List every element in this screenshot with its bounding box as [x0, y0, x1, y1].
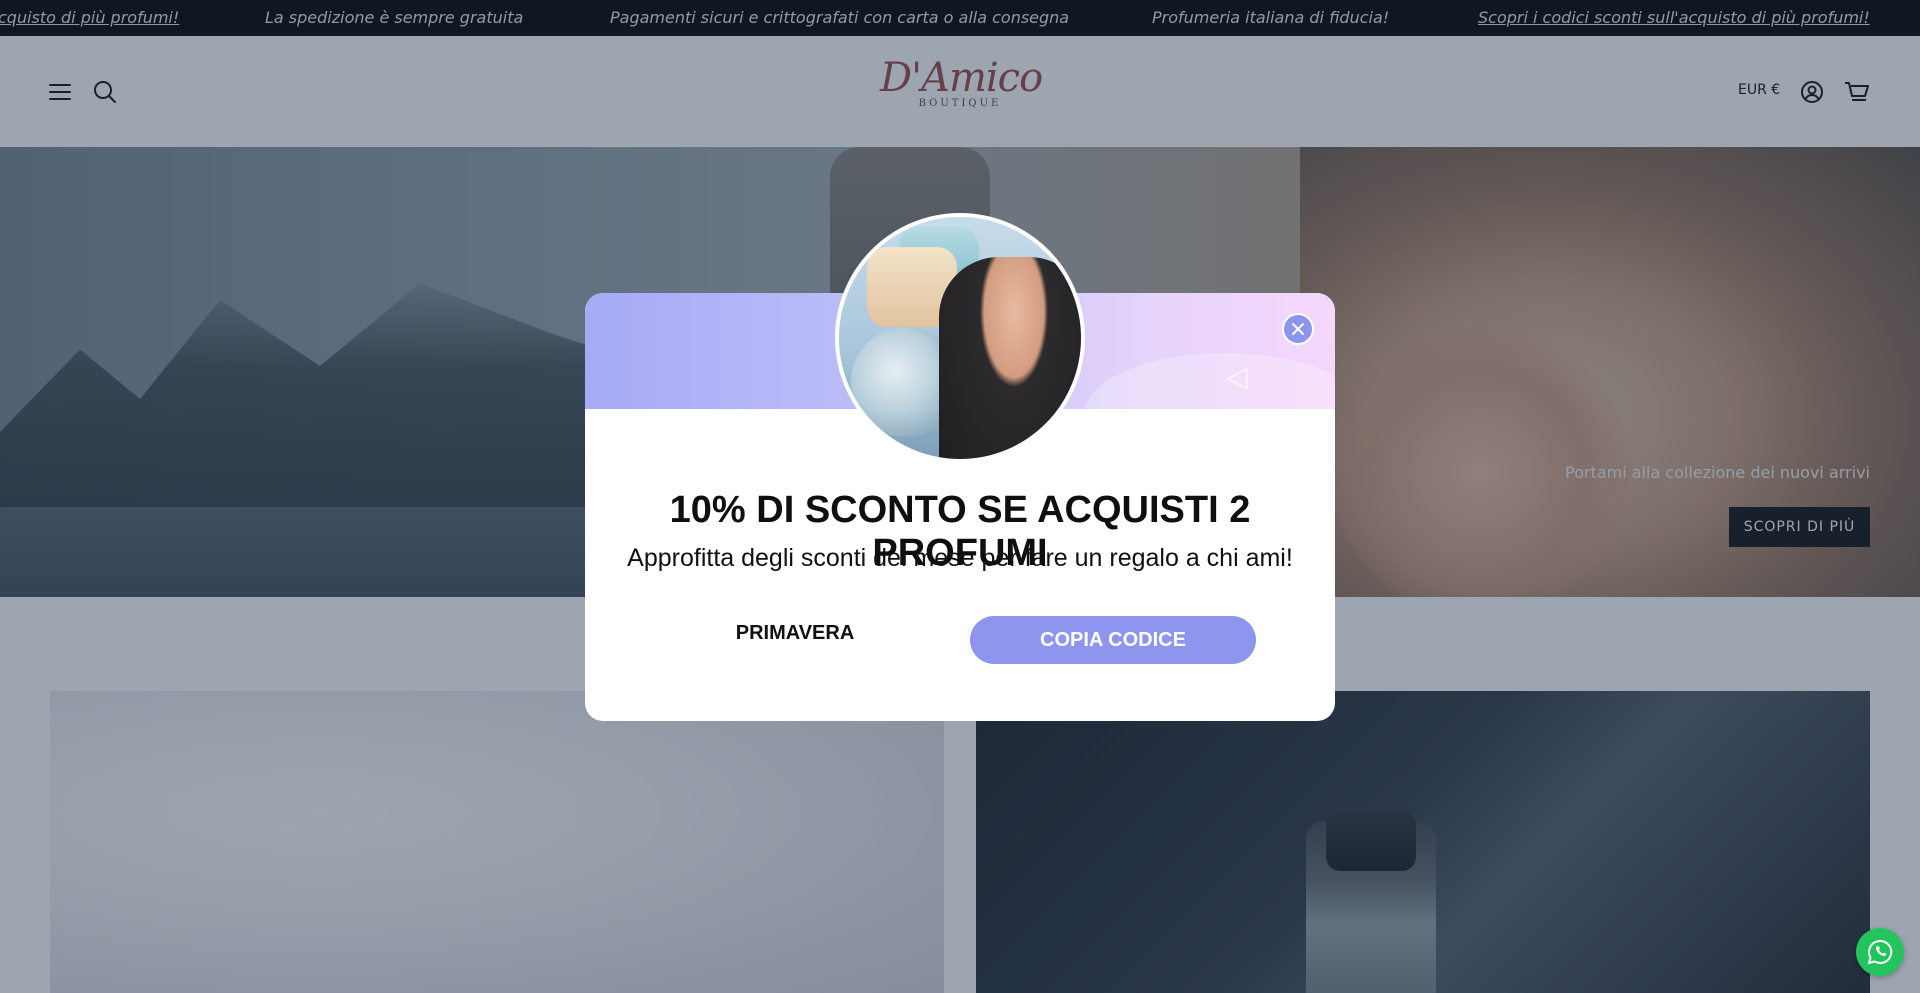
whatsapp-button[interactable]	[1856, 928, 1904, 976]
promo-model	[939, 257, 1081, 459]
close-icon	[1292, 323, 1304, 335]
popup-promo-image	[835, 213, 1085, 463]
copy-code-button[interactable]: COPIA CODICE	[970, 616, 1256, 664]
whatsapp-icon	[1867, 939, 1893, 965]
decor-swoosh	[1085, 353, 1335, 409]
decor-triangle-icon: ◁	[1226, 360, 1248, 393]
close-button[interactable]	[1282, 313, 1314, 345]
discount-code: PRIMAVERA	[735, 622, 855, 644]
discount-popup: ◁ 10% DI SCONTO SE ACQUISTI 2 PROFUMI Ap…	[585, 213, 1335, 721]
popup-subtitle: Approfitta degli sconti del mese per far…	[627, 544, 1293, 572]
